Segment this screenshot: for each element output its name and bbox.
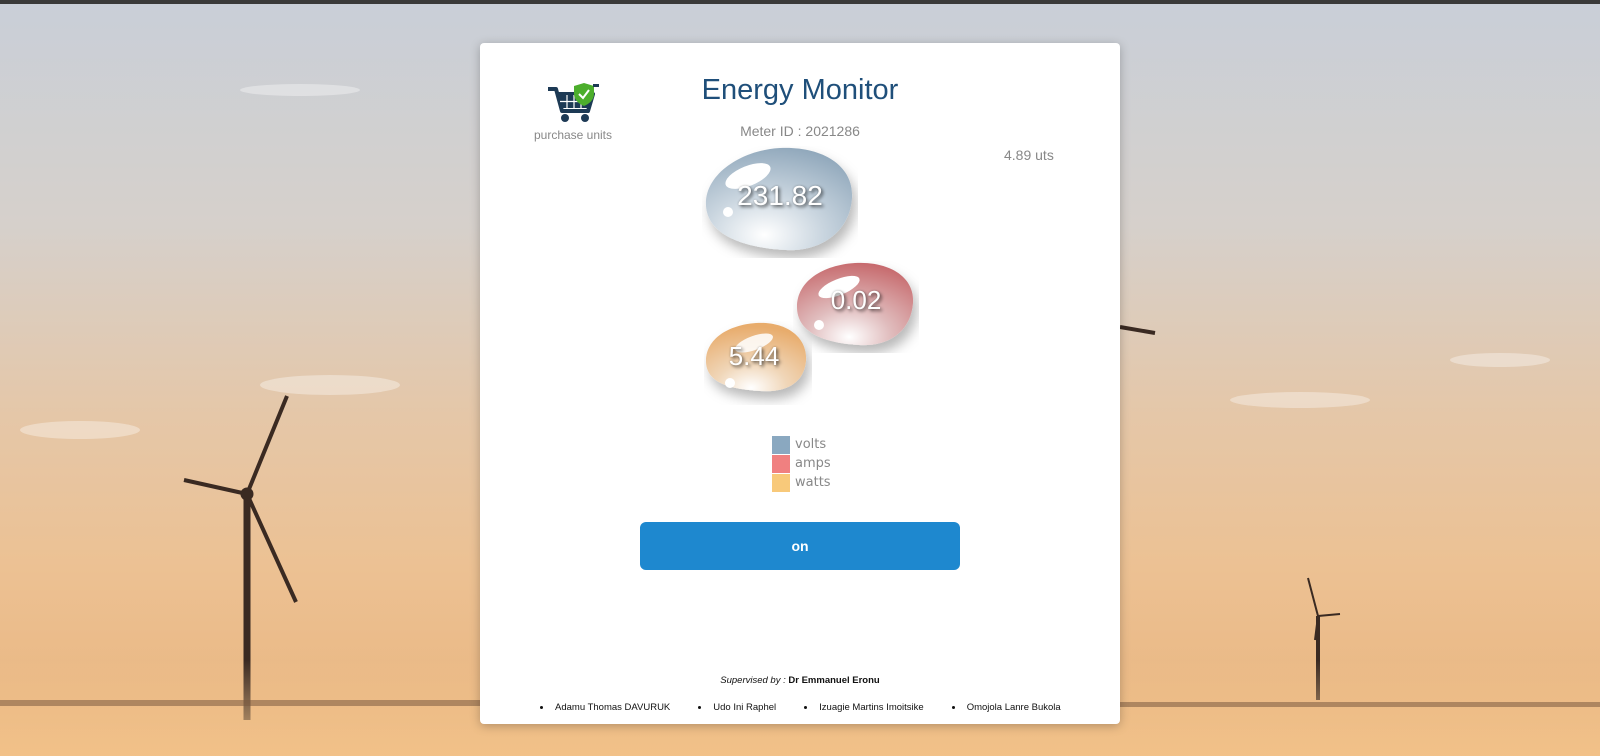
supervisor-name: Dr Emmanuel Eronu bbox=[788, 675, 880, 686]
watts-bubble: 5.44 bbox=[704, 321, 812, 405]
legend: volts amps watts bbox=[772, 435, 831, 492]
team-member: Omojola Lanre Bukola bbox=[952, 702, 1061, 713]
volts-value: 231.82 bbox=[737, 180, 823, 211]
legend-label-amps: amps bbox=[795, 456, 831, 471]
legend-item-volts: volts bbox=[772, 435, 831, 454]
legend-item-amps: amps bbox=[772, 454, 831, 473]
team-member: Udo Ini Raphel bbox=[698, 702, 776, 713]
legend-swatch-watts bbox=[772, 473, 790, 492]
team-member: Adamu Thomas DAVURUK bbox=[540, 702, 670, 713]
legend-label-volts: volts bbox=[795, 437, 827, 452]
power-toggle-button[interactable]: on bbox=[640, 522, 960, 570]
volts-bubble: 231.82 bbox=[702, 146, 858, 258]
supervisor-line: Supervised by : Dr Emmanuel Eronu bbox=[480, 675, 1120, 686]
amps-value: 0.02 bbox=[830, 285, 882, 315]
energy-monitor-card: purchase units Energy Monitor Meter ID :… bbox=[480, 43, 1120, 724]
team-member: Izuagie Martins Imoitsike bbox=[804, 702, 924, 713]
legend-label-watts: watts bbox=[795, 475, 831, 490]
legend-swatch-volts bbox=[772, 435, 790, 454]
legend-swatch-amps bbox=[772, 454, 790, 473]
supervised-by-label: Supervised by : bbox=[720, 675, 789, 686]
legend-item-watts: watts bbox=[772, 473, 831, 492]
readings-bubbles: 231.82 0.02 5.44 bbox=[480, 43, 1120, 463]
watts-value: 5.44 bbox=[728, 341, 780, 371]
team-list: Adamu Thomas DAVURUK Udo Ini Raphel Izua… bbox=[540, 702, 1100, 713]
